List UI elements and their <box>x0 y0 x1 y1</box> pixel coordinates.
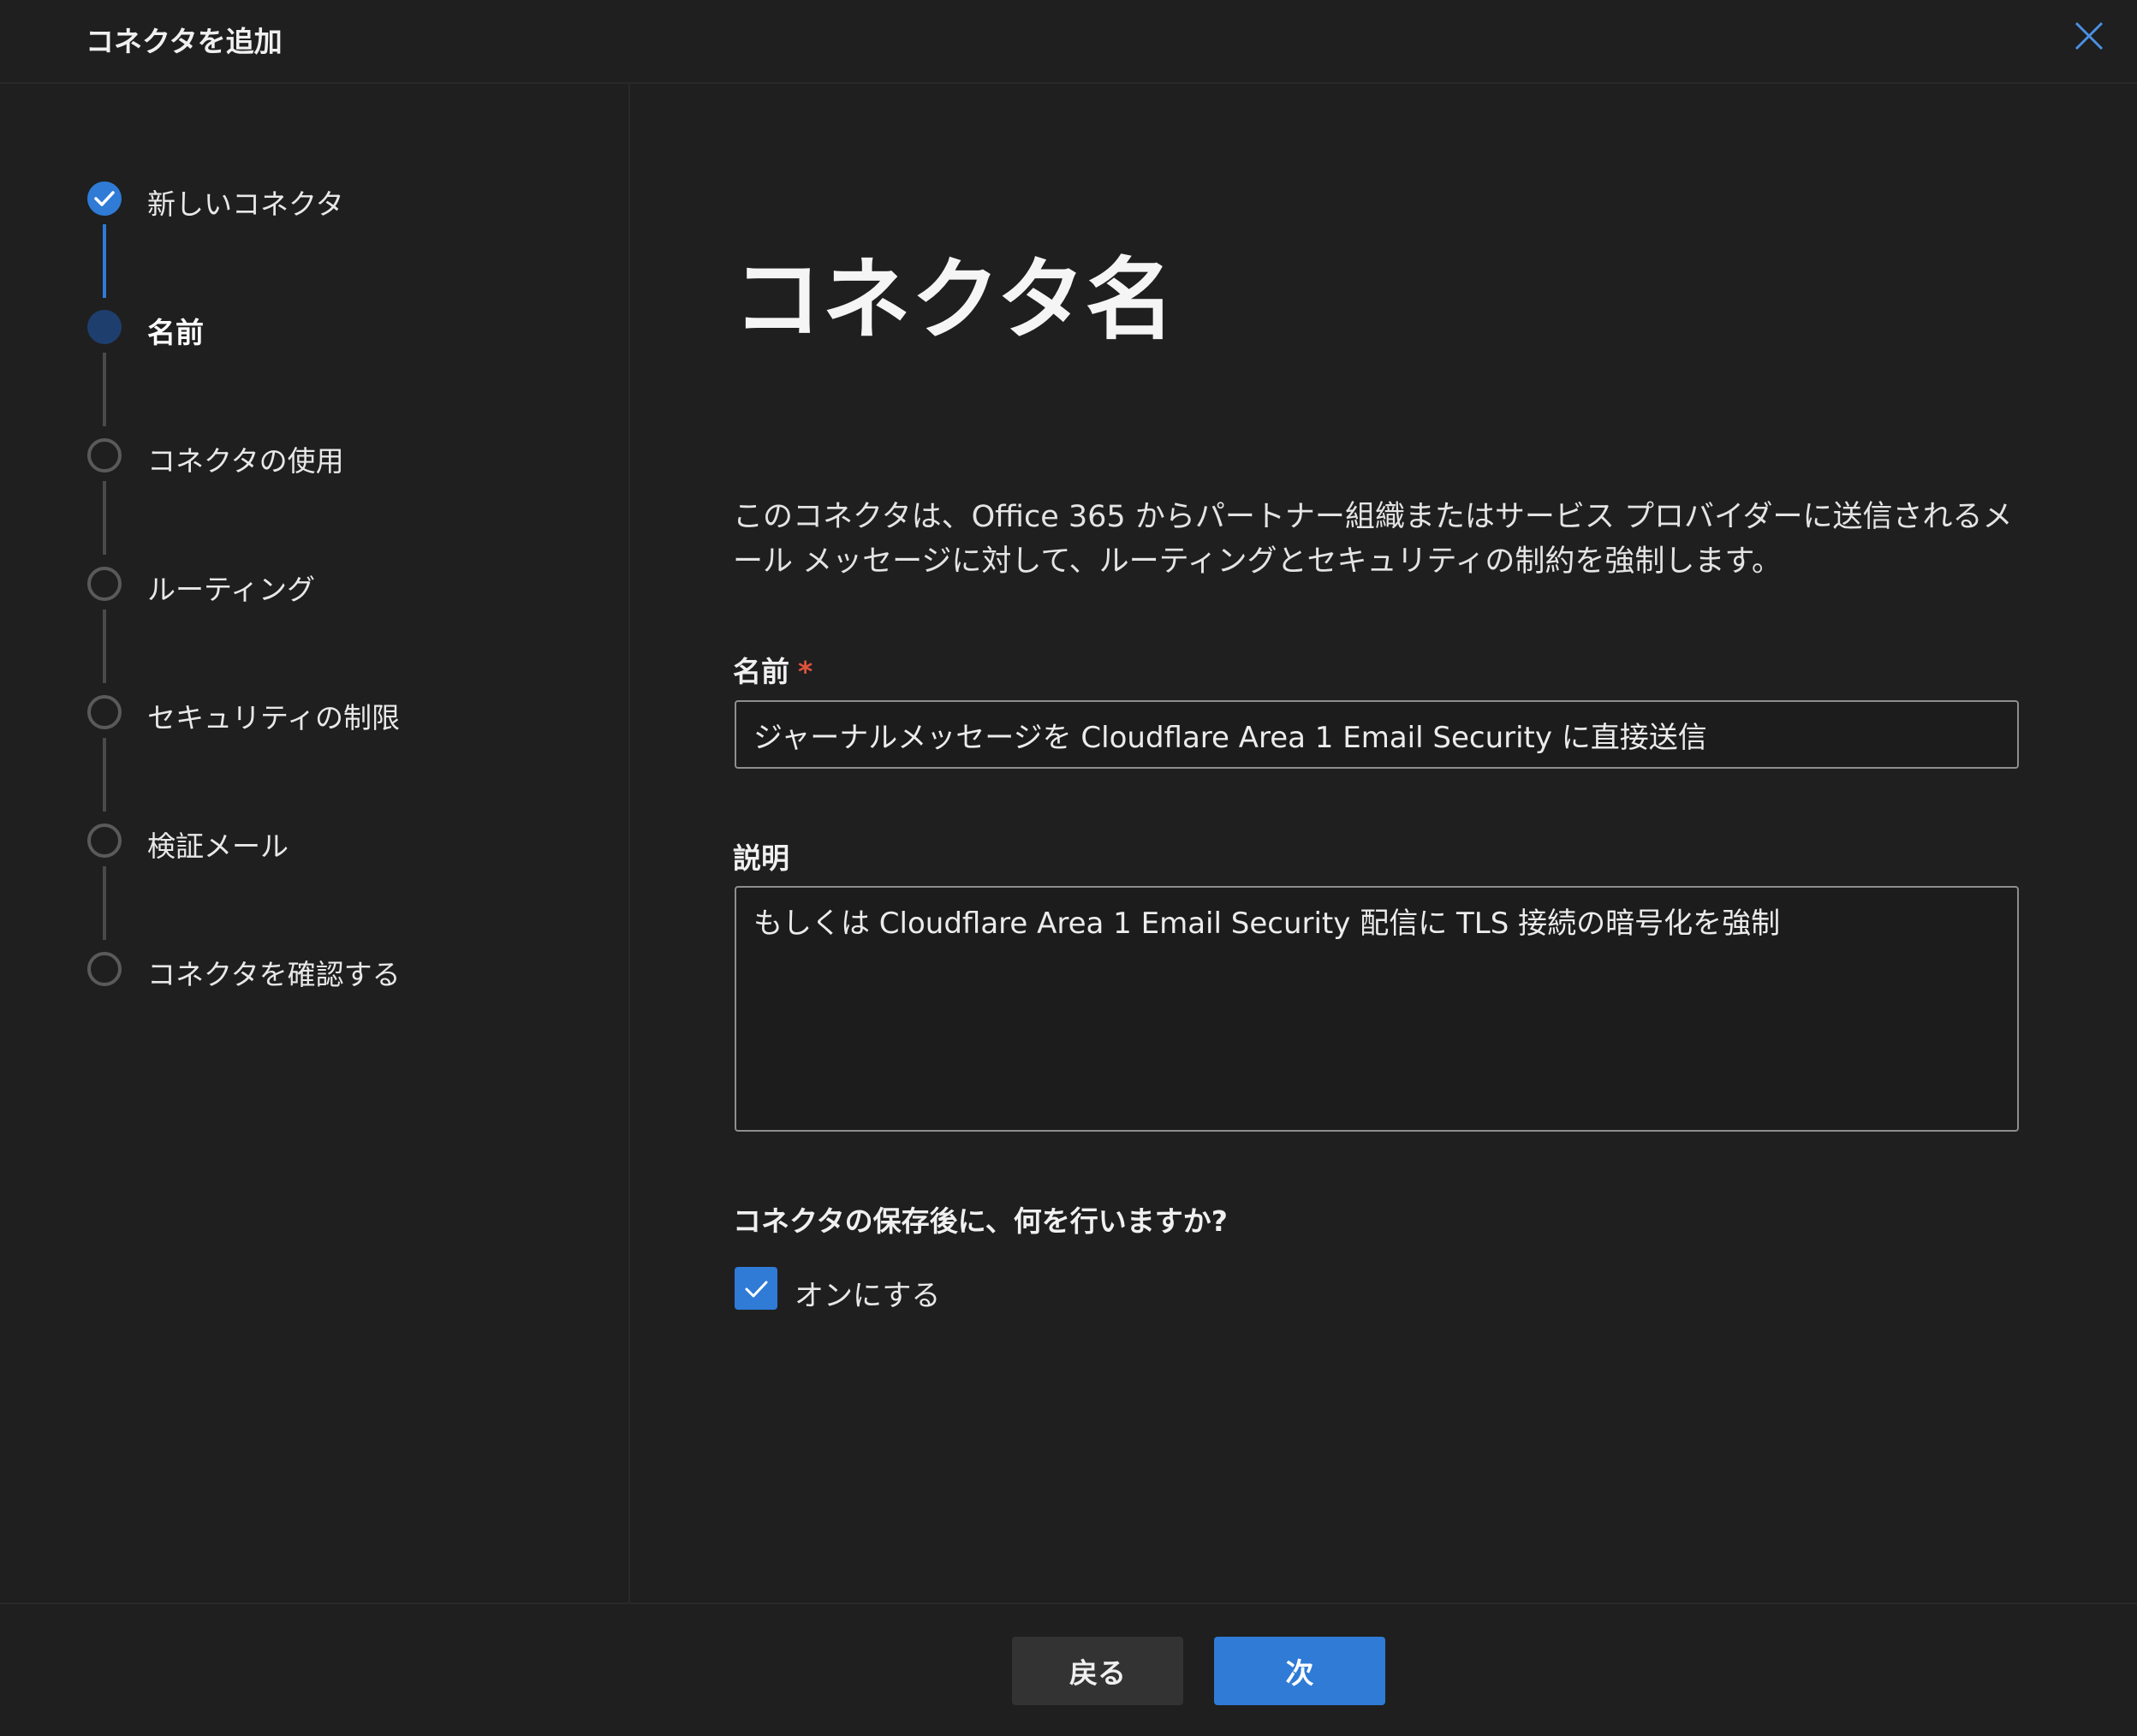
pending-step-icon <box>87 567 122 601</box>
name-input[interactable] <box>735 700 2019 769</box>
step-connector <box>103 866 106 940</box>
step-security-restrictions[interactable]: セキュリティの制限 <box>86 693 599 734</box>
step-connector <box>103 353 106 426</box>
current-step-icon <box>87 310 122 344</box>
next-button[interactable]: 次 <box>1214 1637 1385 1705</box>
step-label: 名前 <box>147 316 204 349</box>
dialog-title: コネクタを追加 <box>86 25 283 58</box>
after-save-question: コネクタの保存後に、何を行いますか? <box>733 1204 1228 1238</box>
step-connector <box>103 224 106 298</box>
dialog-header: コネクタを追加 <box>0 0 2137 84</box>
pending-step-icon <box>87 695 122 729</box>
pending-step-icon <box>87 438 122 473</box>
connector-description-text: このコネクタは、Office 365 からパートナー組織またはサービス プロバイ… <box>733 500 2013 579</box>
description-textarea[interactable]: もしくは Cloudflare Area 1 Email Security 配信… <box>735 886 2019 1132</box>
step-routing[interactable]: ルーティング <box>86 565 599 606</box>
main-content: コネクタ名 このコネクタは、Office 365 からパートナー組織またはサービ… <box>632 84 2137 1602</box>
step-label: ルーティング <box>147 573 316 606</box>
step-navigation: 新しいコネクタ 名前 コネクタの使用 ルーティング セキュリティの制限 検証メー… <box>0 84 630 1602</box>
step-label: コネクタの使用 <box>147 444 344 478</box>
description-field-label: 説明 <box>733 841 789 875</box>
step-name[interactable]: 名前 <box>86 308 599 349</box>
step-connector <box>103 738 106 812</box>
close-icon <box>2074 21 2104 51</box>
name-label-text: 名前 <box>733 655 789 688</box>
checkmark-circle-icon <box>87 181 122 216</box>
step-new-connector[interactable]: 新しいコネクタ <box>86 180 599 221</box>
close-button[interactable] <box>2070 17 2108 55</box>
checkmark-icon <box>745 1281 768 1298</box>
step-validation-email[interactable]: 検証メール <box>86 822 599 863</box>
step-review-connector[interactable]: コネクタを確認する <box>86 950 599 991</box>
turn-on-label: オンにする <box>795 1279 941 1313</box>
required-marker: * <box>798 655 813 688</box>
step-connector <box>103 481 106 555</box>
step-label: セキュリティの制限 <box>147 701 401 734</box>
step-connector-usage[interactable]: コネクタの使用 <box>86 437 599 478</box>
pending-step-icon <box>87 823 122 858</box>
step-label: 検証メール <box>147 829 289 863</box>
dialog-footer: 戻る 次 <box>0 1602 2137 1736</box>
step-label: コネクタを確認する <box>147 958 401 991</box>
name-field-label: 名前 * <box>733 649 813 690</box>
step-connector <box>103 609 106 683</box>
turn-on-checkbox-row[interactable]: オンにする <box>735 1267 1248 1313</box>
step-label: 新しいコネクタ <box>147 187 344 221</box>
page-title: コネクタ名 <box>733 247 1175 352</box>
pending-step-icon <box>87 952 122 986</box>
back-button[interactable]: 戻る <box>1012 1637 1183 1705</box>
turn-on-checkbox[interactable] <box>735 1267 777 1310</box>
